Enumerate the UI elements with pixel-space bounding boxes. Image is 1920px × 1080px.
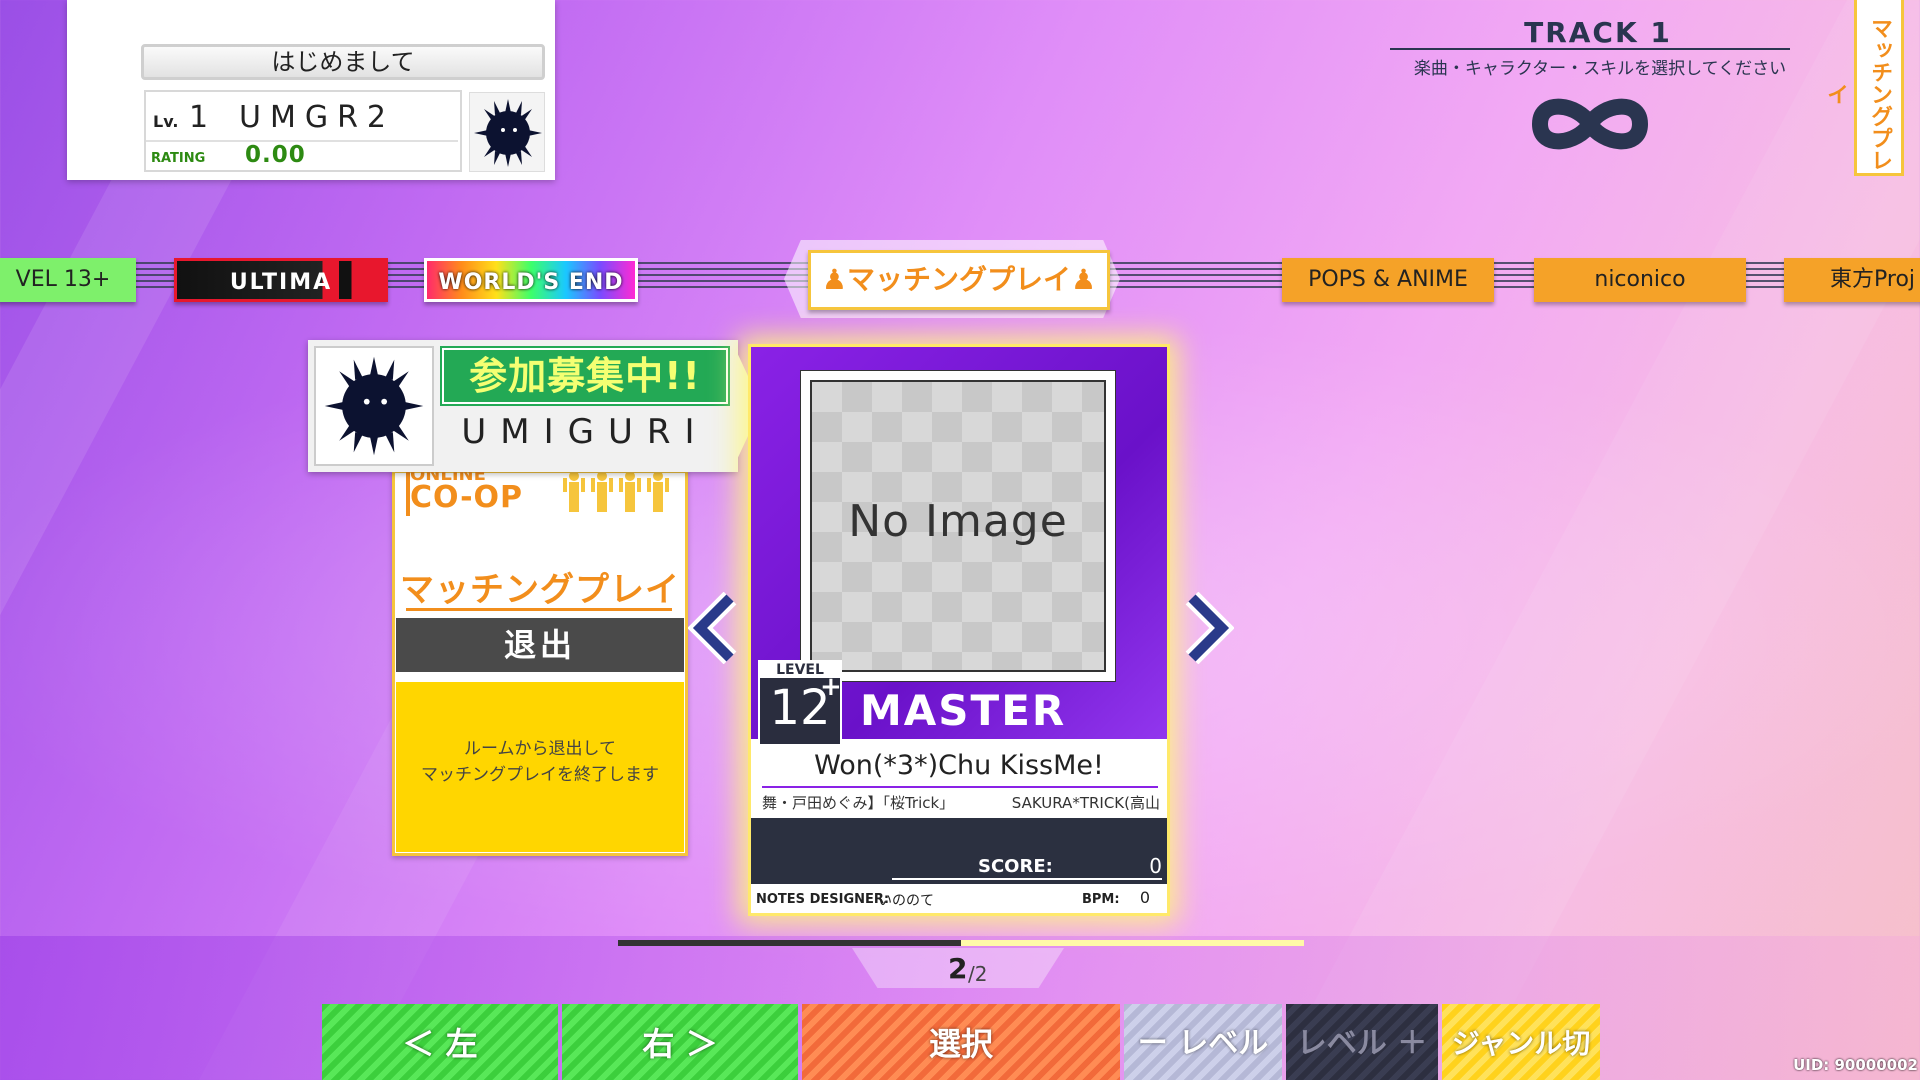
- score-underline: [892, 878, 1162, 880]
- song-composer: SAKURA*TRICK(高山: [1011, 794, 1160, 812]
- no-image-text: No Image: [848, 496, 1068, 547]
- player-avatar: [469, 92, 545, 172]
- chevron-left-icon[interactable]: [688, 592, 742, 664]
- genre-tab-niconico[interactable]: niconico: [1534, 258, 1746, 302]
- select-button[interactable]: 選択: [802, 1004, 1120, 1080]
- player-panel: はじめまして Lv. 1 UMGR2 RATING 0.00: [67, 0, 555, 180]
- level-label: Lv.: [153, 112, 179, 131]
- exit-button[interactable]: 退出: [396, 618, 684, 672]
- user-id: UID: 90000002: [1793, 1056, 1918, 1074]
- right-button[interactable]: 右 ＞: [562, 1004, 798, 1080]
- infinity-icon: [1532, 98, 1648, 150]
- level-plus-button[interactable]: レベル ＋: [1286, 1004, 1438, 1080]
- score-label: SCORE:: [978, 856, 1053, 877]
- chevron-right-icon[interactable]: [1180, 592, 1234, 664]
- genre-matching-label: マッチングプレイ: [846, 263, 1071, 296]
- level-plus-mark: +: [820, 672, 842, 702]
- genre-tab-worlds-end[interactable]: WORLD'S END: [424, 258, 638, 302]
- title-underline: [762, 786, 1158, 788]
- notes-designer: いののて: [878, 893, 934, 909]
- genre-tab-ultima[interactable]: ULTIMA: [174, 258, 388, 302]
- host-name: UMIGURI: [461, 412, 709, 452]
- players-icon: [563, 471, 669, 512]
- exit-description-line: ルームから退出して: [464, 739, 616, 759]
- difficulty-label: MASTER: [860, 686, 1067, 735]
- track-instruction: 楽曲・キャラクター・スキルを選択してください: [1413, 59, 1787, 79]
- page-current: 2: [948, 952, 968, 985]
- genre-tab-pops-anime[interactable]: POPS & ANIME: [1282, 258, 1494, 302]
- bpm-label: BPM:: [1082, 892, 1120, 907]
- host-avatar: [314, 346, 434, 466]
- person-icon: ♟: [821, 263, 847, 296]
- greeting-text: はじめまして: [141, 44, 545, 80]
- rating-value: 0.00: [245, 142, 306, 168]
- genre-tab-level13[interactable]: VEL 13+: [0, 258, 136, 302]
- song-title: Won(*3*)Chu KissMe!: [814, 750, 1104, 781]
- score-value: 0: [1149, 854, 1162, 878]
- left-button[interactable]: ＜ 左: [322, 1004, 558, 1080]
- rating-label: RATING: [151, 151, 206, 166]
- exit-description: ルームから退出して マッチングプレイを終了します: [396, 682, 684, 852]
- coop-label: CO-OP: [410, 480, 524, 515]
- notes-designer-label: NOTES DESIGNER:: [756, 892, 890, 907]
- matching-side-tab[interactable]: マッチングプレイ: [1823, 0, 1904, 176]
- page-total: /2: [968, 962, 988, 986]
- genre-switch-button[interactable]: ジャンル切替: [1442, 1004, 1600, 1080]
- player-level: 1: [189, 100, 209, 135]
- player-name: UMGR2: [239, 100, 396, 135]
- urchin-avatar-icon: [474, 99, 542, 167]
- track-divider: [1390, 48, 1790, 50]
- genre-tab-touhou[interactable]: 東方Proj: [1784, 258, 1920, 302]
- person-icon: ♟: [1071, 263, 1097, 296]
- song-artist: 舞・戸田めぐみ】「桜Trick」: [762, 794, 954, 812]
- bpm-value: 0: [1139, 888, 1150, 907]
- level-minus-button[interactable]: ー レベル: [1124, 1004, 1282, 1080]
- urchin-avatar-icon: [324, 356, 424, 456]
- track-title: TRACK 1: [1524, 16, 1672, 49]
- page-progress-fill: [618, 940, 961, 946]
- exit-description-line: マッチングプレイを終了します: [421, 765, 659, 785]
- genre-tab-matching-selected[interactable]: ♟マッチングプレイ♟: [808, 250, 1110, 310]
- exit-mode-underline: [406, 608, 672, 611]
- recruiting-badge: 参加募集中!!: [442, 348, 728, 404]
- exit-mode-title: マッチングプレイ: [400, 570, 680, 610]
